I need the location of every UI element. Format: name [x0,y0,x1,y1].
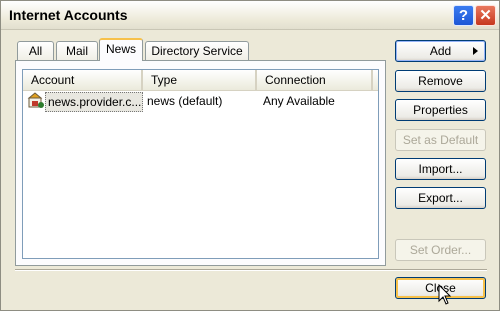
import-button[interactable]: Import... [395,158,486,180]
properties-button[interactable]: Properties [395,99,486,121]
tab-news[interactable]: News [99,38,143,61]
account-type: news (default) [147,94,223,108]
accounts-list[interactable]: Account Type Connection news.provider.c.… [22,69,379,259]
remove-button[interactable]: Remove [395,70,486,92]
export-button[interactable]: Export... [395,187,486,209]
set-order-button[interactable]: Set Order... [395,239,486,261]
close-window-button[interactable]: ✕ [475,5,496,26]
internet-accounts-dialog: Internet Accounts ? ✕ All Mail News Dire… [0,0,500,311]
column-header-connection[interactable]: Connection [257,70,373,90]
account-connection: Any Available [263,94,335,108]
tab-panel: Account Type Connection news.provider.c.… [15,60,386,266]
submenu-arrow-icon [473,47,478,55]
mouse-pointer-icon [438,283,452,306]
tab-mail[interactable]: Mail [56,41,98,60]
column-header-account[interactable]: Account [23,70,143,90]
set-as-default-button[interactable]: Set as Default [395,129,486,151]
add-button[interactable]: Add [395,40,486,62]
help-button[interactable]: ? [453,5,474,26]
list-item[interactable]: news.provider.c... news (default) Any Av… [23,92,378,112]
window-title: Internet Accounts [9,7,128,23]
tab-directory-service[interactable]: Directory Service [145,41,249,60]
title-bar: Internet Accounts ? ✕ [1,1,499,30]
divider [15,269,487,271]
account-name: news.provider.c... [45,92,143,112]
tab-all[interactable]: All [17,41,54,60]
list-header: Account Type Connection [23,70,378,91]
add-label: Add [429,44,452,58]
column-header-type[interactable]: Type [143,70,257,90]
news-server-icon [27,92,45,110]
